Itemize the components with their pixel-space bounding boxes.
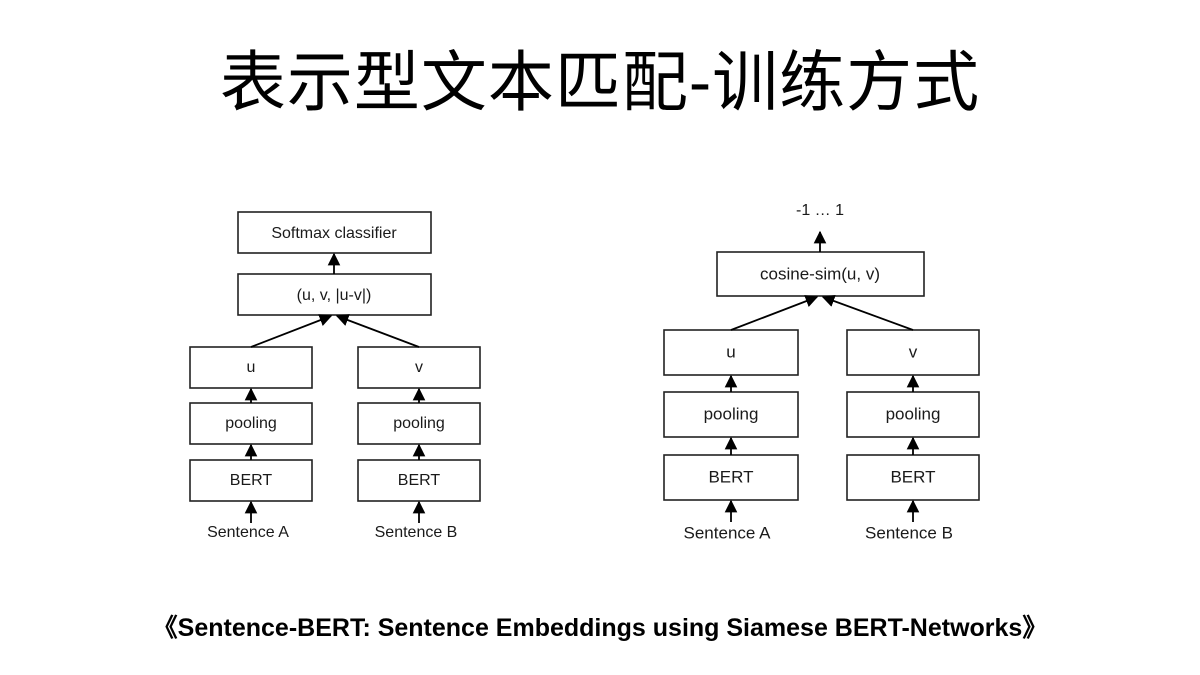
- right-v-label: v: [909, 342, 918, 361]
- right-sentence-b-label: Sentence B: [865, 523, 953, 542]
- arrow-u-to-concat: [250, 314, 333, 348]
- softmax-classifier-label: Softmax classifier: [271, 225, 397, 242]
- left-sentence-a-label: Sentence A: [207, 524, 289, 541]
- right-pooling-b-label: pooling: [886, 404, 941, 423]
- left-u-label: u: [247, 359, 256, 376]
- right-sentence-a-label: Sentence A: [684, 523, 772, 542]
- right-u-label: u: [726, 342, 735, 361]
- cosine-sim-label: cosine-sim(u, v): [760, 264, 880, 283]
- paper-citation: 《Sentence-BERT: Sentence Embeddings usin…: [152, 614, 1048, 642]
- concat-features-label: (u, v, |u-v|): [297, 287, 372, 304]
- left-bert-b-label: BERT: [398, 472, 441, 489]
- classification-objective-diagram: Softmax classifier (u, v, |u-v|) u pooli…: [189, 211, 481, 541]
- right-bert-b-label: BERT: [890, 467, 935, 486]
- arrow-v-to-concat: [335, 314, 420, 348]
- right-bert-a-label: BERT: [708, 467, 753, 486]
- left-bert-a-label: BERT: [230, 472, 273, 489]
- arrow-u-to-cosine: [730, 295, 819, 331]
- sbert-architecture-diagrams: Softmax classifier (u, v, |u-v|) u pooli…: [189, 202, 980, 542]
- arrow-v-to-cosine: [821, 294, 914, 331]
- output-range-label: -1 … 1: [796, 202, 844, 219]
- right-pooling-a-label: pooling: [704, 404, 759, 423]
- left-sentence-b-label: Sentence B: [375, 524, 458, 541]
- left-pooling-a-label: pooling: [225, 415, 277, 432]
- left-pooling-b-label: pooling: [393, 415, 445, 432]
- regression-objective-diagram: -1 … 1 cosine-sim(u, v) u pooling BERT S…: [663, 202, 980, 542]
- left-v-label: v: [415, 359, 423, 376]
